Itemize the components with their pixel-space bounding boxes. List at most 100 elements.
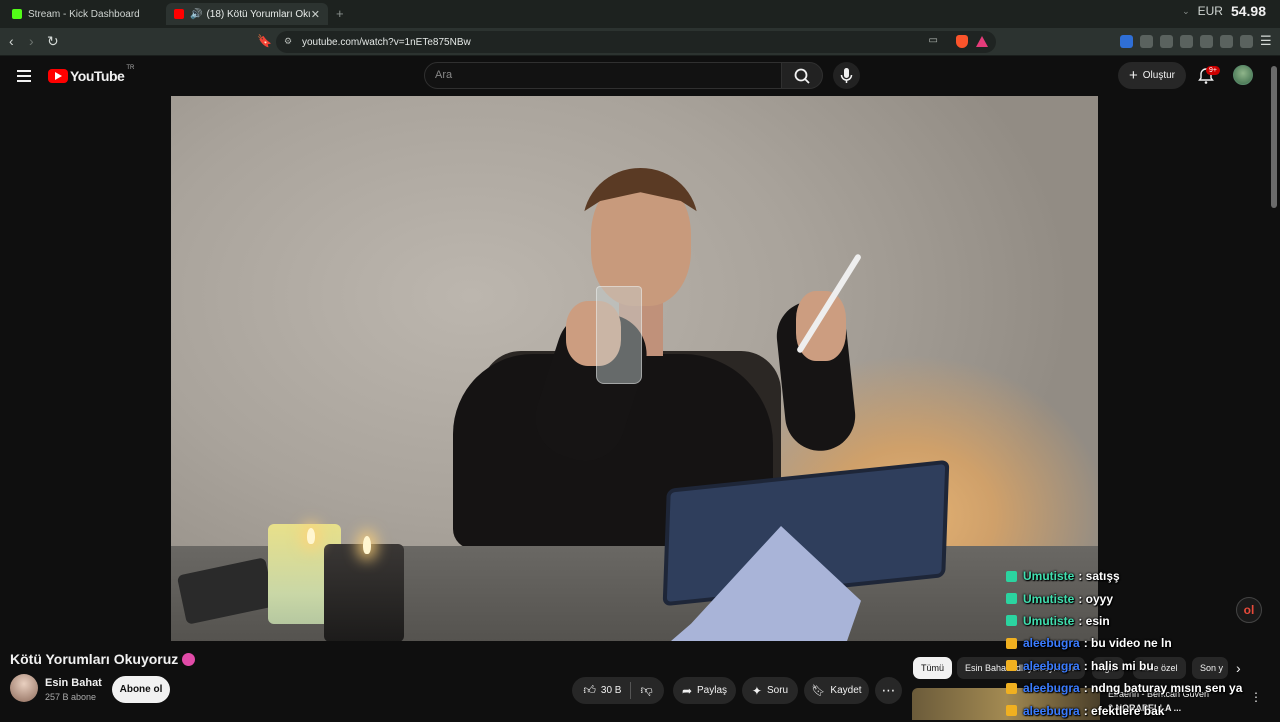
more-actions-button[interactable]: ⋯ bbox=[875, 677, 902, 704]
chat-message: Umutiste: satışş bbox=[1006, 565, 1266, 587]
wallet-icon[interactable] bbox=[1200, 35, 1213, 48]
speaker-icon: 🔊 bbox=[190, 8, 203, 20]
bookmark-save-icon: 🔖︎ bbox=[811, 685, 826, 697]
video-frame-flame bbox=[307, 528, 315, 544]
tab-youtube-video[interactable]: 🔊 (18) Kötü Yorumları Okuyoruz ✕ bbox=[166, 3, 328, 25]
create-label: Oluştur bbox=[1142, 70, 1175, 81]
sparkle-icon: ✦ bbox=[751, 683, 762, 698]
thumbs-down-icon: 👎︎ bbox=[640, 683, 653, 697]
address-bar[interactable]: ⚙ youtube.com/watch?v=1nETe875NBw ▭ bbox=[276, 31, 996, 53]
tab-kick-dashboard[interactable]: Stream - Kick Dashboard bbox=[4, 3, 164, 25]
new-tab-button[interactable]: + bbox=[336, 6, 344, 21]
browser-menu-icon[interactable]: ☰ bbox=[1260, 34, 1272, 48]
stream-chat-overlay: Umutiste: satışş Umutiste: oyyy Umutiste: … bbox=[1006, 565, 1266, 722]
chat-username: Umutiste bbox=[1023, 569, 1075, 584]
youtube-play-icon bbox=[48, 69, 68, 83]
more-horizontal-icon: ⋯ bbox=[881, 682, 896, 698]
chevron-down-icon[interactable]: ⌄ bbox=[1182, 6, 1190, 17]
bookmark-icon[interactable]: 🔖 bbox=[257, 34, 272, 48]
media-icon[interactable] bbox=[1160, 35, 1173, 48]
chat-text: : efektlere bak bbox=[1083, 703, 1165, 718]
user-avatar[interactable] bbox=[1233, 65, 1253, 85]
chat-username: Umutiste bbox=[1023, 591, 1075, 606]
thumbs-up-icon: 👍︎ bbox=[583, 683, 596, 697]
currency-value: 54.98 bbox=[1230, 3, 1266, 19]
chat-message: aleebugra: efektlere bak bbox=[1006, 699, 1266, 721]
ask-label: Soru bbox=[766, 685, 789, 696]
chat-text: : satışş bbox=[1078, 569, 1120, 584]
chat-badge-icon bbox=[1006, 660, 1017, 672]
chat-message: aleebugra: ndng baturay mısın sen ya bbox=[1006, 677, 1266, 699]
video-player[interactable] bbox=[171, 96, 1098, 641]
chat-username: aleebugra bbox=[1023, 681, 1080, 696]
close-tab-icon[interactable]: ✕ bbox=[311, 8, 320, 21]
reload-icon[interactable]: ↻ bbox=[47, 34, 59, 48]
like-button[interactable]: 👍︎ 30 B bbox=[583, 683, 621, 698]
url-text: youtube.com/watch?v=1nETe875NBw bbox=[302, 36, 471, 48]
browser-toolbar: ‹ › ↻ 🔖 ⚙ youtube.com/watch?v=1nETe875NB… bbox=[0, 28, 1280, 56]
share-button[interactable]: ➦ Paylaş bbox=[673, 677, 736, 704]
plus-icon: + bbox=[1129, 67, 1138, 84]
chat-message: aleebugra: bu video ne ln bbox=[1006, 632, 1266, 654]
save-label: Kaydet bbox=[830, 685, 862, 696]
youtube-header: YouTube TR Ara + Oluştur 9+ bbox=[0, 56, 1280, 96]
dislike-button[interactable]: 👎︎ bbox=[640, 683, 652, 698]
guide-menu-icon[interactable] bbox=[17, 70, 31, 82]
chat-username: aleebugra bbox=[1023, 636, 1080, 651]
video-title: Kötü Yorumları Okuyoruz bbox=[10, 651, 196, 667]
chat-message: Umutiste: oyyy bbox=[1006, 587, 1266, 609]
page-scrollbar[interactable] bbox=[1271, 66, 1277, 208]
search-button[interactable] bbox=[781, 62, 823, 89]
chip-all[interactable]: Tümü bbox=[913, 657, 953, 679]
youtube-logo[interactable]: YouTube TR bbox=[48, 65, 135, 84]
voice-search-button[interactable] bbox=[833, 62, 860, 89]
share-label: Paylaş bbox=[697, 685, 728, 696]
brave-rewards-icon[interactable] bbox=[976, 36, 988, 47]
search-input[interactable]: Ara bbox=[424, 62, 782, 89]
chat-badge-icon bbox=[1006, 705, 1017, 717]
chat-message: Umutiste: esin bbox=[1006, 610, 1266, 632]
back-icon[interactable]: ‹ bbox=[9, 34, 14, 48]
tab-label: (18) Kötü Yorumları Okuyoruz bbox=[206, 8, 310, 20]
brave-shield-icon[interactable] bbox=[956, 35, 968, 48]
chat-text: : esin bbox=[1078, 613, 1110, 628]
extensions-puzzle-icon[interactable] bbox=[1140, 35, 1153, 48]
vpn-shield-icon[interactable] bbox=[1240, 35, 1253, 48]
sidebar-icon[interactable] bbox=[1180, 35, 1193, 48]
site-info-icon[interactable]: ⚙ bbox=[284, 36, 292, 47]
leo-ai-icon[interactable] bbox=[1220, 35, 1233, 48]
chat-badge-icon bbox=[1006, 682, 1017, 694]
like-count: 30 B bbox=[600, 685, 622, 696]
video-frame-glass bbox=[596, 286, 642, 384]
subscribe-button[interactable]: Abone ol bbox=[112, 676, 170, 703]
subscribe-overlay-badge: ol bbox=[1236, 597, 1262, 623]
channel-name[interactable]: Esin Bahat bbox=[45, 677, 102, 689]
chat-message: aleebugra: halis mi bu bbox=[1006, 655, 1266, 677]
browser-tab-strip: Stream - Kick Dashboard 🔊 (18) Kötü Yoru… bbox=[0, 0, 1280, 28]
share-arrow-icon: ➦ bbox=[681, 683, 693, 698]
video-frame-candle-black bbox=[324, 544, 404, 641]
chat-badge-icon bbox=[1006, 593, 1017, 605]
save-button[interactable]: 🔖︎ Kaydet bbox=[804, 677, 869, 704]
divider bbox=[630, 682, 632, 699]
like-dislike-group: 👍︎ 30 B 👎︎ bbox=[572, 677, 664, 704]
subscriber-count: 257 B abone bbox=[45, 692, 97, 702]
currency-code: EUR bbox=[1197, 4, 1223, 18]
kick-favicon-icon bbox=[12, 9, 22, 19]
extension-audio-icon[interactable] bbox=[1120, 35, 1133, 48]
ask-button[interactable]: ✦ Soru bbox=[742, 677, 798, 704]
youtube-logo-text: YouTube bbox=[70, 68, 125, 84]
channel-avatar[interactable] bbox=[10, 674, 38, 702]
create-button[interactable]: + Oluştur bbox=[1118, 62, 1186, 89]
cast-icon[interactable]: ▭ bbox=[929, 35, 938, 46]
chat-username: aleebugra bbox=[1023, 658, 1080, 673]
region-code: TR bbox=[126, 65, 135, 71]
chat-text: : ndng baturay mısın sen ya bbox=[1083, 681, 1243, 696]
forward-icon[interactable]: › bbox=[29, 34, 34, 48]
chat-username: aleebugra bbox=[1023, 703, 1080, 718]
video-frame-right-hand bbox=[796, 291, 846, 361]
chat-text: : halis mi bu bbox=[1083, 658, 1154, 673]
tab-label: Stream - Kick Dashboard bbox=[28, 8, 140, 20]
video-frame-flame bbox=[363, 536, 371, 554]
devil-emoji-icon bbox=[182, 652, 196, 666]
